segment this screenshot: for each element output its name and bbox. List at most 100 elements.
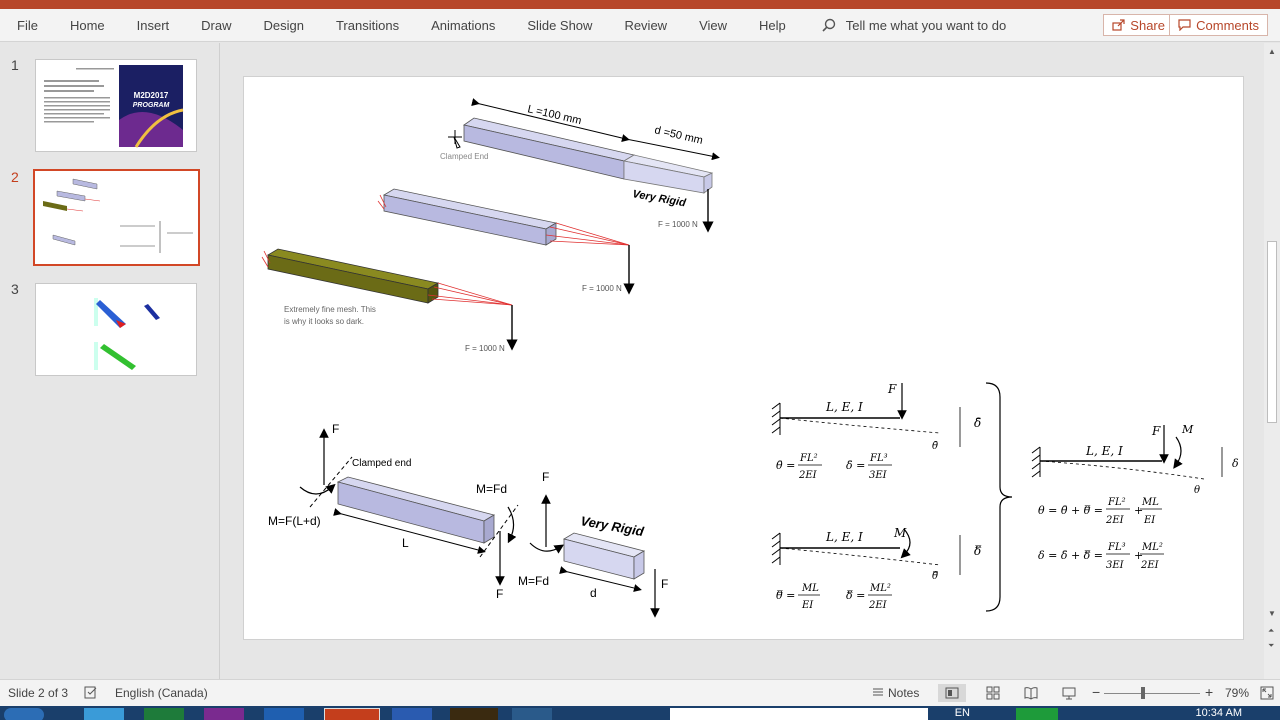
ribbon-tabs: File Home Insert Draw Design Transitions… bbox=[0, 9, 1280, 42]
powerpoint-taskbar-icon[interactable] bbox=[324, 708, 380, 720]
eq-delta-sum: δ = δ̄ + δ̿ = bbox=[1038, 549, 1103, 562]
start-button-icon[interactable] bbox=[4, 708, 44, 720]
share-button[interactable]: Share bbox=[1103, 14, 1174, 36]
tab-slide-show[interactable]: Slide Show bbox=[511, 9, 608, 42]
tab-file[interactable]: File bbox=[0, 9, 54, 42]
language-indicator[interactable]: EN bbox=[955, 707, 970, 719]
tab-animations[interactable]: Animations bbox=[415, 9, 511, 42]
delta-dbar-label: δ̿ bbox=[974, 544, 981, 558]
tell-me-search[interactable]: Tell me what you want to do bbox=[822, 18, 1006, 33]
eq-delta-t1-den: 3EI bbox=[1106, 560, 1125, 571]
comments-button[interactable]: Comments bbox=[1169, 14, 1268, 36]
mesh-note-line2: is why it looks so dark. bbox=[284, 317, 364, 326]
clamped-end-text: Clamped end bbox=[352, 458, 411, 469]
eq-delta-dbar-den: 2EI bbox=[868, 600, 888, 611]
normal-view-button[interactable] bbox=[938, 684, 966, 702]
clock[interactable]: 10:34 AM bbox=[1196, 707, 1242, 719]
clamped-end-label: Clamped End bbox=[440, 152, 488, 161]
very-rigid-label-bottom: Very Rigid bbox=[579, 513, 645, 539]
eq-theta-dbar: θ̿ = bbox=[776, 589, 795, 602]
status-bar: Slide 2 of 3 English (Canada) Notes − + … bbox=[0, 679, 1280, 706]
slide-editor: L =100 mm d =50 mm Clamped End Very Rigi… bbox=[221, 43, 1264, 679]
f-top-label: F bbox=[332, 422, 339, 436]
tab-draw[interactable]: Draw bbox=[185, 9, 247, 42]
slideshow-icon[interactable] bbox=[1062, 686, 1076, 700]
reading-view-icon[interactable] bbox=[1024, 686, 1038, 700]
next-slide-icon[interactable]: ⏷ bbox=[1268, 641, 1274, 651]
slide-sorter-icon[interactable] bbox=[986, 686, 1000, 700]
slide-count: Slide 2 of 3 bbox=[8, 686, 69, 700]
search-icon bbox=[822, 18, 835, 32]
onenote-taskbar-icon[interactable] bbox=[204, 708, 244, 720]
delta-3-label: δ bbox=[1232, 457, 1239, 470]
tab-view[interactable]: View bbox=[683, 9, 743, 42]
length-label: L =100 mm bbox=[526, 103, 582, 127]
taskbar-search-box[interactable] bbox=[670, 708, 928, 720]
zoom-slider-track[interactable] bbox=[1104, 693, 1200, 694]
tab-home[interactable]: Home bbox=[54, 9, 121, 42]
moment-arc-left bbox=[299, 483, 336, 495]
zoom-in-button[interactable]: + bbox=[1205, 684, 1213, 700]
tab-help[interactable]: Help bbox=[743, 9, 802, 42]
slide1-preview: M2D2017 PROGRAM bbox=[44, 65, 184, 148]
m-fd-bottom-label: M=Fd bbox=[518, 574, 549, 588]
language-label[interactable]: English (Canada) bbox=[115, 686, 208, 700]
depth-label: d =50 mm bbox=[653, 124, 704, 147]
excel-taskbar-icon[interactable] bbox=[144, 708, 184, 720]
eq-delta-t2-den: 2EI bbox=[1140, 560, 1160, 571]
comment-icon bbox=[1178, 19, 1191, 31]
slide-number-2: 2 bbox=[11, 169, 19, 185]
d-label: d bbox=[590, 586, 597, 600]
eq-delta-bar-den: 3EI bbox=[869, 470, 888, 481]
mesh-note-line1: Extremely fine mesh. This bbox=[284, 305, 376, 314]
force-label-3: F = 1000 N bbox=[465, 344, 505, 353]
windows-taskbar: EN 10:34 AM bbox=[0, 706, 1280, 720]
current-slide-canvas[interactable]: L =100 mm d =50 mm Clamped End Very Rigi… bbox=[243, 76, 1244, 640]
spellcheck-icon[interactable] bbox=[84, 686, 98, 699]
slide-thumbnail-pane: 1 M2D2017 PROGRAM 2 3 bbox=[0, 43, 220, 679]
tab-design[interactable]: Design bbox=[248, 9, 320, 42]
scroll-down-icon[interactable]: ▼ bbox=[1268, 609, 1276, 618]
summation-brace bbox=[985, 382, 1013, 612]
outlook-taskbar-icon[interactable] bbox=[264, 708, 304, 720]
tray-app-icon[interactable] bbox=[1016, 708, 1058, 720]
m-fd-top-label: M=Fd bbox=[476, 482, 507, 496]
eq-delta-bar-num: FL³ bbox=[869, 453, 888, 464]
eq-theta-dbar-den: EI bbox=[801, 600, 814, 611]
slide-number-3: 3 bbox=[11, 281, 19, 297]
notes-button[interactable]: Notes bbox=[888, 686, 919, 700]
lei-label-3: L, E, I bbox=[1085, 444, 1123, 458]
f-bottom-label: F bbox=[496, 587, 503, 601]
zoom-slider-thumb[interactable] bbox=[1141, 687, 1145, 699]
slide-thumbnail-2[interactable] bbox=[33, 169, 200, 266]
scroll-up-icon[interactable]: ▲ bbox=[1268, 47, 1276, 56]
tab-insert[interactable]: Insert bbox=[121, 9, 186, 42]
zoom-percent[interactable]: 79% bbox=[1225, 686, 1249, 700]
f-right-label: F bbox=[661, 577, 668, 591]
scrollbar-thumb[interactable] bbox=[1267, 241, 1277, 423]
moment-arc-right bbox=[507, 506, 517, 544]
zoom-out-button[interactable]: − bbox=[1092, 684, 1100, 700]
theta-3-label: θ bbox=[1194, 485, 1200, 496]
fit-to-window-icon[interactable] bbox=[1260, 686, 1274, 700]
eq-theta-sum: θ = θ̄ + θ̿ = bbox=[1038, 504, 1103, 517]
delta-bar-label: δ̄ bbox=[974, 416, 981, 430]
tab-review[interactable]: Review bbox=[608, 9, 683, 42]
word-taskbar-icon[interactable] bbox=[392, 708, 432, 720]
vertical-scrollbar[interactable]: ▲ ▼ ⏶ ⏷ bbox=[1264, 43, 1280, 679]
slide3-preview bbox=[94, 298, 160, 370]
slide-thumbnail-3[interactable] bbox=[35, 283, 197, 376]
tab-transitions[interactable]: Transitions bbox=[320, 9, 415, 42]
slide2-preview bbox=[43, 178, 193, 253]
comments-label: Comments bbox=[1196, 17, 1259, 33]
eq-theta-t1-den: 2EI bbox=[1105, 515, 1125, 526]
app-taskbar-icon[interactable] bbox=[512, 708, 552, 720]
prev-slide-icon[interactable]: ⏶ bbox=[1268, 626, 1274, 636]
slide-thumbnail-1[interactable]: M2D2017 PROGRAM bbox=[35, 59, 197, 152]
thumb-program-line2: PROGRAM bbox=[133, 102, 170, 109]
ie-taskbar-icon[interactable] bbox=[84, 708, 124, 720]
deflected-line-1 bbox=[779, 417, 941, 434]
notes-icon bbox=[873, 688, 883, 696]
f-rigid-top-label: F bbox=[542, 470, 549, 484]
media-taskbar-icon[interactable] bbox=[450, 708, 498, 720]
